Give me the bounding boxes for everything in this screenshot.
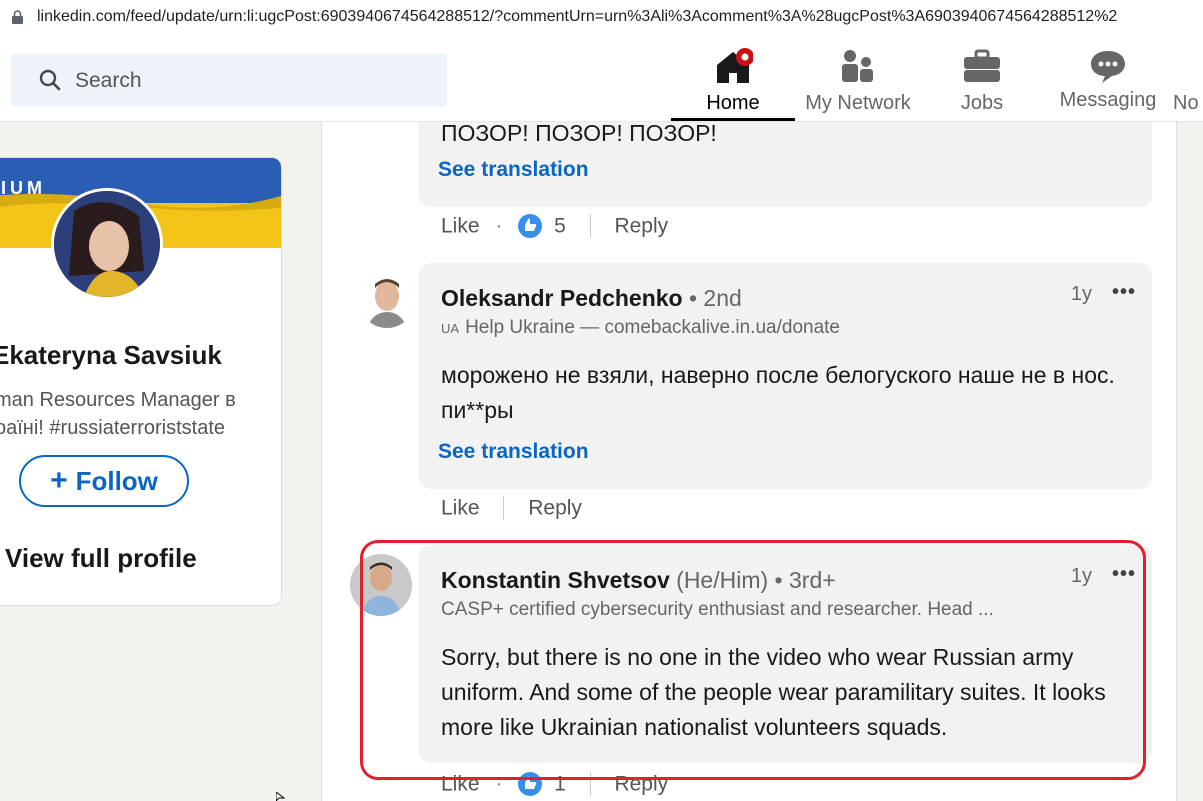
avatar[interactable] [51,188,163,300]
follow-label: Follow [75,466,158,496]
follow-button[interactable]: + Follow [19,455,189,507]
divider [503,496,505,521]
reply-button[interactable]: Reply [528,496,582,519]
reply-button[interactable]: Reply [614,214,668,237]
thumbs-up-icon[interactable] [518,214,543,239]
ua-flag-text: UA [441,321,460,336]
comment-text: морожено не взяли, наверно после белогус… [441,362,1115,423]
comment-actions: Like Reply [441,496,582,526]
top-navigation: Home My Network Jobs Messaging No [0,36,1203,122]
nav-my-network[interactable]: My Network [797,36,919,121]
nav-home-label: Home [706,92,760,114]
nav-jobs-label: Jobs [960,92,1004,114]
comment-time: 1y [1070,283,1092,305]
active-indicator [671,118,795,121]
connection-degree: • 2nd [688,285,742,311]
headline-line-1: man Resources Manager в [0,389,236,411]
profile-name[interactable]: Ekateryna Savsiuk [0,340,281,371]
commenter-headline: UA Help Ukraine — comebackalive.in.ua/don… [441,317,840,339]
like-button[interactable]: Like [441,496,480,519]
commenter-photo [359,272,415,328]
headline-text: Help Ukraine — comebackalive.in.ua/donat… [465,317,840,338]
lock-icon [12,10,23,24]
profile-headline: man Resources Manager в раїні! #russiate… [0,386,281,442]
home-icon [717,48,753,83]
mouse-cursor-icon [276,792,286,801]
nav-notifications[interactable]: No [1173,36,1203,121]
like-button[interactable]: Like [441,214,480,237]
more-options-icon[interactable]: ••• [1112,281,1136,304]
separator-dot: · [495,214,503,238]
profile-card: IUM Ekateryna Savsiuk man Resources Mana… [0,157,282,606]
nav-messaging[interactable]: Messaging [1053,36,1163,121]
highlight-annotation [360,540,1146,780]
see-translation-link[interactable]: See translation [438,440,589,464]
search-input[interactable] [73,62,437,100]
banner-text: IUM [1,178,46,198]
plus-icon: + [50,464,68,497]
search-icon [39,69,61,91]
commenter-avatar[interactable] [359,272,415,328]
see-translation-link[interactable]: See translation [438,158,589,182]
search-bar[interactable] [11,54,447,106]
reaction-count[interactable]: 5 [554,214,566,237]
divider [589,214,591,239]
nav-messaging-label: Messaging [1059,89,1157,111]
view-full-profile-link[interactable]: View full profile [5,543,197,574]
browser-address-bar[interactable]: linkedin.com/feed/update/urn:li:ugcPost:… [0,0,1203,37]
commenter-name[interactable]: Oleksandr Pedchenko [441,285,683,311]
comment-bubble: Oleksandr Pedchenko • 2nd UA Help Ukraine… [419,263,1152,489]
network-icon [842,50,873,82]
nav-jobs[interactable]: Jobs [932,36,1032,121]
comment-actions: Like · 5 Reply [441,214,668,244]
comment-text: ПОЗОР! ПОЗОР! ПОЗОР! [441,122,717,146]
commenter-name-line: Oleksandr Pedchenko • 2nd [441,285,742,312]
headline-line-2: раїні! #russiaterroriststate [0,417,226,439]
profile-photo [54,191,160,297]
url-text: linkedin.com/feed/update/urn:li:ugcPost:… [37,8,1118,25]
nav-my-network-label: My Network [805,92,911,114]
messaging-icon [1091,51,1125,83]
nav-home[interactable]: Home [671,36,795,121]
briefcase-icon [964,49,1000,82]
nav-notifications-label: No [1173,92,1199,114]
comment-bubble: ПОЗОР! ПОЗОР! ПОЗОР! See translation [419,122,1152,207]
